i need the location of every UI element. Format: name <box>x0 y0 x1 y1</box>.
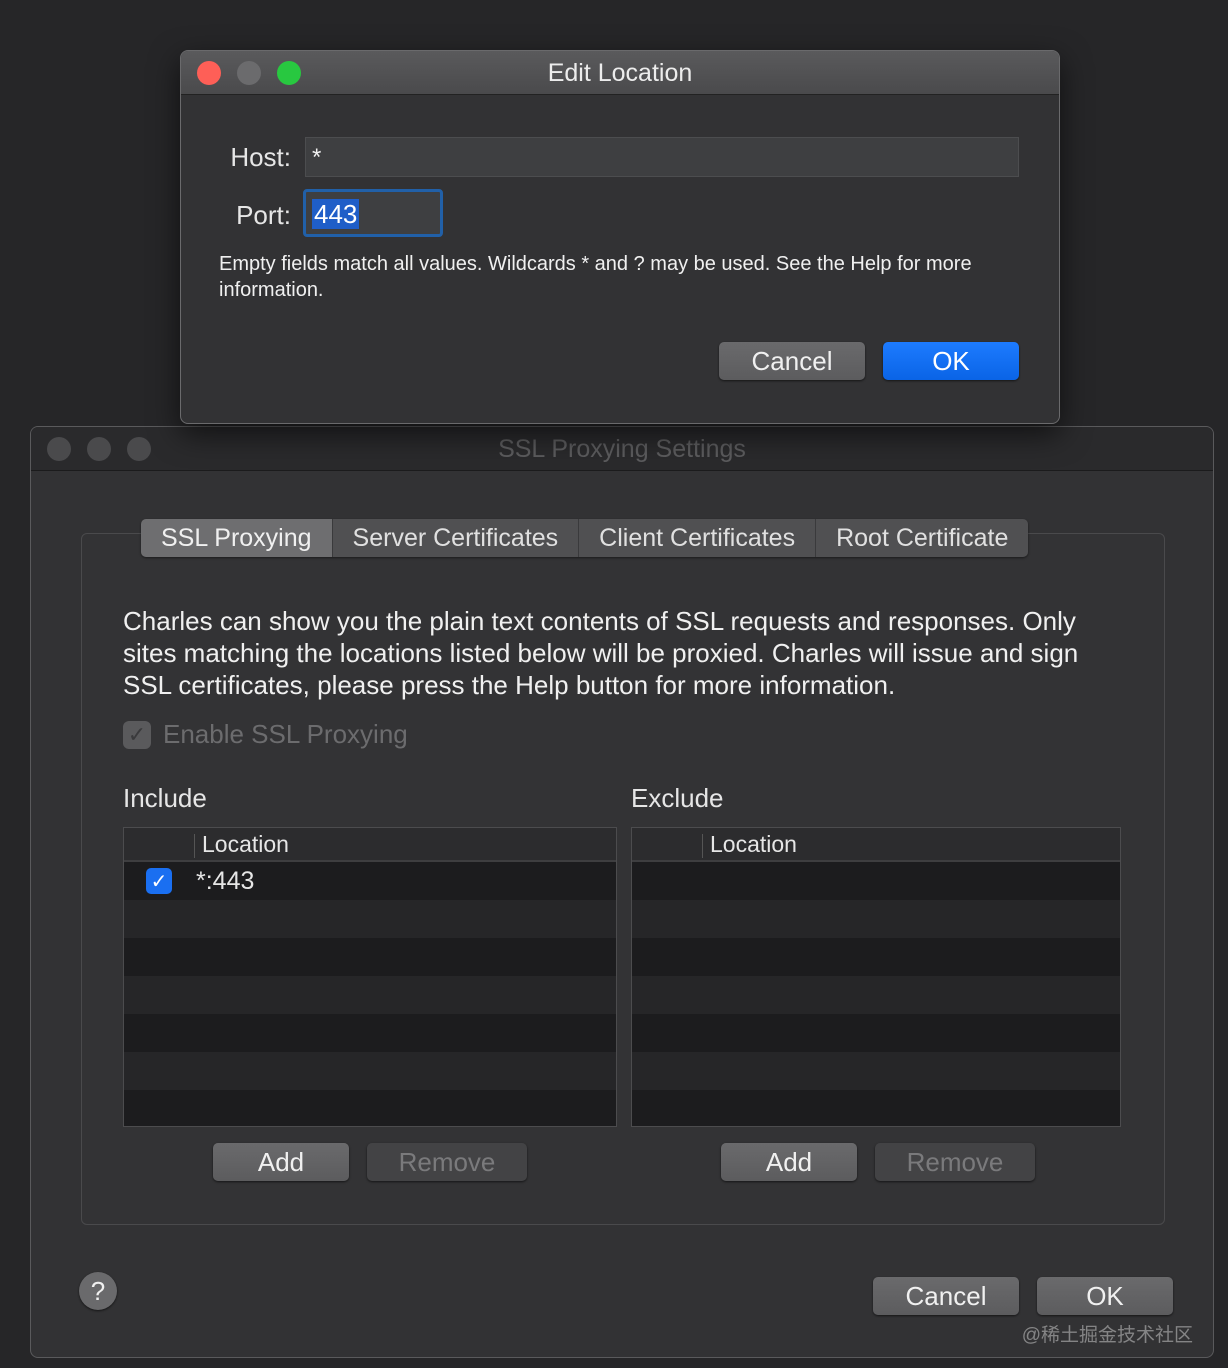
table-row <box>632 1014 1120 1052</box>
check-icon: ✓ <box>150 870 168 893</box>
tab-root-certificate[interactable]: Root Certificate <box>816 519 1029 557</box>
include-table-header: Location <box>124 828 616 862</box>
table-row <box>124 1014 616 1052</box>
exclude-add-button[interactable]: Add <box>721 1143 857 1181</box>
include-label: Include <box>123 783 207 813</box>
edit-dialog-title: Edit Location <box>547 59 693 87</box>
settings-window-title: SSL Proxying Settings <box>498 435 746 463</box>
help-button[interactable]: ? <box>79 1272 117 1310</box>
edit-dialog-titlebar: Edit Location <box>181 51 1059 95</box>
exclude-table[interactable]: Location <box>631 827 1121 1127</box>
include-row-location: *:443 <box>196 867 255 895</box>
port-label: Port: <box>236 200 291 230</box>
table-row <box>632 1052 1120 1090</box>
host-input[interactable]: * <box>305 137 1019 177</box>
tab-ssl-proxying[interactable]: SSL Proxying <box>141 519 333 557</box>
exclude-table-header: Location <box>632 828 1120 862</box>
include-rows: ✓ *:443 <box>124 862 616 1126</box>
include-remove-button[interactable]: Remove <box>367 1143 527 1181</box>
exclude-rows <box>632 862 1120 1126</box>
settings-titlebar: SSL Proxying Settings <box>31 427 1213 471</box>
table-row <box>124 976 616 1014</box>
enable-ssl-checkbox[interactable]: ✓ <box>123 720 151 749</box>
ssl-proxying-settings-window: SSL Proxying Settings SSL Proxying Serve… <box>30 426 1214 1358</box>
port-input[interactable]: 443 <box>303 189 443 237</box>
settings-ok-button[interactable]: OK <box>1037 1277 1173 1315</box>
table-row <box>124 1052 616 1090</box>
settings-tab-bar: SSL Proxying Server Certificates Client … <box>141 519 1029 557</box>
table-row <box>632 862 1120 900</box>
enable-ssl-label: Enable SSL Proxying <box>163 719 408 749</box>
edit-location-dialog: Edit Location Host: * Port: 443 Empty fi… <box>180 50 1060 424</box>
enable-ssl-proxying-row[interactable]: ✓ Enable SSL Proxying <box>123 719 408 750</box>
include-location-column-header[interactable]: Location <box>202 831 289 858</box>
table-row[interactable]: ✓ *:443 <box>124 862 616 900</box>
include-add-button[interactable]: Add <box>213 1143 349 1181</box>
table-row <box>124 900 616 938</box>
port-input-value: 443 <box>312 199 360 229</box>
include-table[interactable]: Location ✓ *:443 <box>123 827 617 1127</box>
ssl-description: Charles can show you the plain text cont… <box>123 606 1079 700</box>
include-row-checkbox[interactable]: ✓ <box>146 868 172 894</box>
table-row <box>124 938 616 976</box>
table-row <box>632 976 1120 1014</box>
table-row <box>632 1090 1120 1126</box>
tab-server-certificates[interactable]: Server Certificates <box>332 519 580 557</box>
table-row <box>124 1090 616 1126</box>
exclude-remove-button[interactable]: Remove <box>875 1143 1035 1181</box>
help-icon: ? <box>90 1275 106 1306</box>
edit-cancel-button[interactable]: Cancel <box>719 342 865 380</box>
exclude-location-column-header[interactable]: Location <box>710 831 797 858</box>
check-icon: ✓ <box>127 721 147 747</box>
tab-client-certificates[interactable]: Client Certificates <box>579 519 817 557</box>
edit-help-text: Empty fields match all values. Wildcards… <box>219 253 972 301</box>
exclude-label: Exclude <box>631 783 724 813</box>
edit-ok-button[interactable]: OK <box>883 342 1019 380</box>
table-row <box>632 938 1120 976</box>
watermark: @稀土掘金技术社区 <box>1021 1325 1193 1346</box>
table-row <box>632 900 1120 938</box>
host-label: Host: <box>230 142 291 172</box>
settings-cancel-button[interactable]: Cancel <box>873 1277 1019 1315</box>
